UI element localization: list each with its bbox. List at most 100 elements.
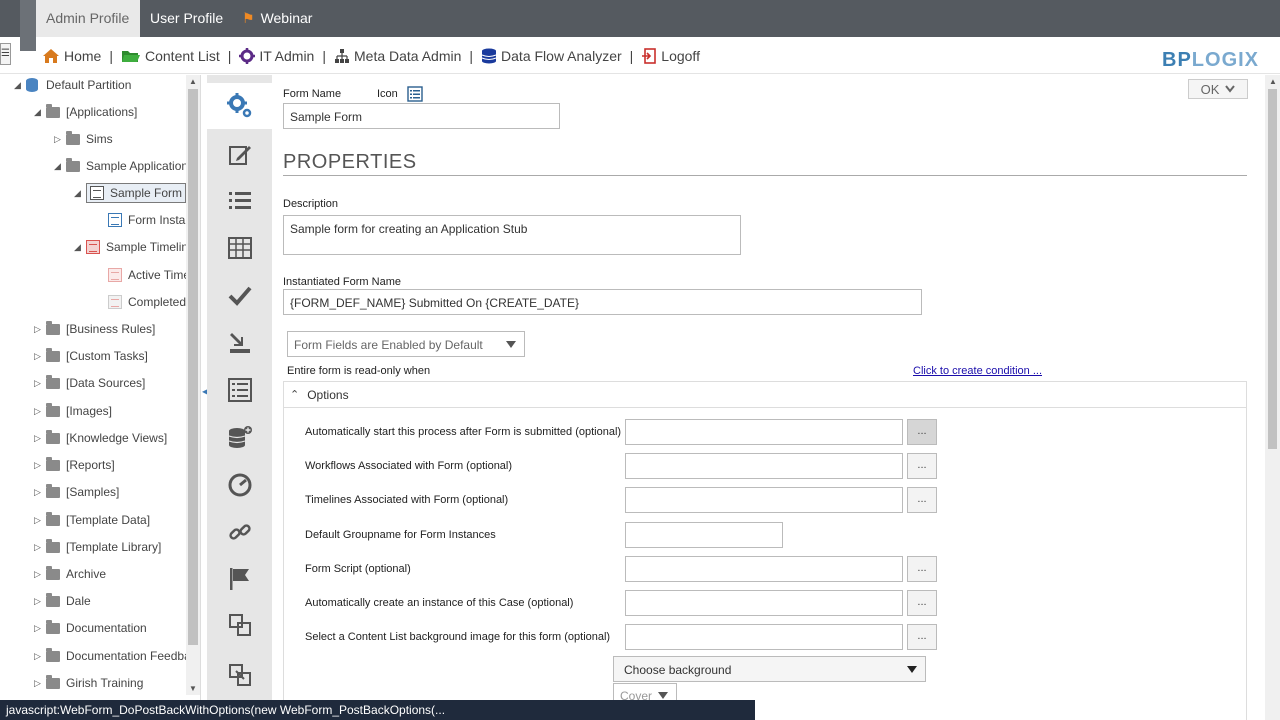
- tree-node-completed[interactable]: Completed: [108, 292, 186, 312]
- validation-tool-button[interactable]: [207, 272, 272, 318]
- tree-node-folder[interactable]: ▷ [Business Rules]: [34, 319, 155, 339]
- timelines-browse-button[interactable]: ...: [907, 487, 937, 513]
- collapse-arrow-icon[interactable]: ◢: [54, 161, 66, 172]
- form-script-browse-button[interactable]: ...: [907, 556, 937, 582]
- nav-data-flow-analyzer[interactable]: Data Flow Analyzer: [481, 48, 622, 64]
- tree-node-sims[interactable]: ▷ Sims: [54, 129, 113, 149]
- expand-arrow-icon[interactable]: ▷: [34, 596, 46, 607]
- expand-arrow-icon[interactable]: ▷: [34, 678, 46, 689]
- edit-tool-button[interactable]: [207, 132, 272, 178]
- expand-arrow-icon[interactable]: ▷: [34, 651, 46, 662]
- tree-node-default-partition[interactable]: ◢ Default Partition: [14, 75, 131, 95]
- copy-tool-button[interactable]: [207, 602, 272, 648]
- tree-node-folder[interactable]: ▷ [Samples]: [34, 482, 119, 502]
- tree-node-folder[interactable]: ▷ [Data Sources]: [34, 373, 145, 393]
- tab-user-profile[interactable]: User Profile: [140, 0, 233, 37]
- tree-scrollbar[interactable]: ▲ ▼: [186, 75, 200, 695]
- tree-node-folder[interactable]: ▷ [Custom Tasks]: [34, 346, 148, 366]
- tab-label: Webinar: [260, 10, 313, 26]
- nav-logoff[interactable]: Logoff: [641, 48, 700, 64]
- hamburger-menu-icon[interactable]: ☰: [0, 43, 11, 65]
- nav-home[interactable]: Home: [42, 48, 101, 64]
- auto-start-process-browse-button[interactable]: ...: [907, 419, 937, 445]
- tree-node-applications[interactable]: ◢ [Applications]: [34, 102, 137, 122]
- collapse-arrow-icon[interactable]: ◢: [34, 107, 46, 118]
- nav-meta-data-admin[interactable]: Meta Data Admin: [334, 48, 461, 64]
- scrollbar-thumb[interactable]: [1268, 89, 1277, 449]
- properties-tool-button[interactable]: [207, 83, 272, 129]
- expand-arrow-icon[interactable]: ▷: [34, 460, 46, 471]
- tree-node-sample-form[interactable]: ◢ Sample Form: [74, 183, 186, 203]
- tree-node-active-time[interactable]: Active Time: [108, 265, 186, 285]
- tree-node-form-instances[interactable]: Form Instar: [108, 210, 186, 230]
- scroll-up-icon[interactable]: ▲: [1269, 77, 1277, 86]
- auto-create-case-browse-button[interactable]: ...: [907, 590, 937, 616]
- scrollbar-thumb[interactable]: [188, 89, 198, 645]
- tree-node-folder[interactable]: ▷ [Knowledge Views]: [34, 428, 167, 448]
- expand-arrow-icon[interactable]: ▷: [34, 324, 46, 335]
- main-scrollbar[interactable]: ▲: [1265, 75, 1280, 720]
- sidebar-toggle-handle[interactable]: [20, 0, 36, 37]
- background-image-browse-button[interactable]: ...: [907, 624, 937, 650]
- form-list-icon[interactable]: [407, 86, 423, 102]
- tree-node-folder[interactable]: ▷ Dale: [34, 591, 91, 611]
- list-tool-button[interactable]: [207, 178, 272, 224]
- details-tool-button[interactable]: [207, 367, 272, 413]
- expand-arrow-icon[interactable]: ▷: [34, 351, 46, 362]
- form-fields-select[interactable]: Form Fields are Enabled by Default: [287, 331, 525, 357]
- expand-arrow-icon[interactable]: ▷: [54, 134, 66, 145]
- auto-start-process-input[interactable]: [625, 419, 903, 445]
- tree-node-folder[interactable]: ▷ [Images]: [34, 401, 112, 421]
- tree-node-folder[interactable]: ▷ Documentation: [34, 618, 147, 638]
- expand-arrow-icon[interactable]: ▷: [34, 378, 46, 389]
- table-tool-button[interactable]: [207, 225, 272, 271]
- nav-it-admin[interactable]: IT Admin: [239, 47, 314, 64]
- tree-node-folder[interactable]: ▷ [Template Data]: [34, 510, 150, 530]
- duplicate-icon: [228, 664, 251, 686]
- collapse-arrow-icon[interactable]: ◢: [74, 242, 86, 253]
- default-groupname-input[interactable]: [625, 522, 783, 548]
- tree-node-folder[interactable]: ▷ Archive: [34, 564, 106, 584]
- options-header[interactable]: ⌃ Options: [284, 382, 1246, 408]
- data-tool-button[interactable]: [207, 415, 272, 461]
- tree-node-folder[interactable]: ▷ Girish Training: [34, 673, 143, 693]
- tree-node-folder[interactable]: ▷ [Reports]: [34, 455, 115, 475]
- form-script-input[interactable]: [625, 556, 903, 582]
- expand-arrow-icon[interactable]: ▷: [34, 406, 46, 417]
- create-condition-link[interactable]: Click to create condition ...: [913, 365, 1042, 377]
- collapse-arrow-icon[interactable]: ◢: [74, 188, 86, 199]
- tree-node-folder[interactable]: ▷ [Template Library]: [34, 537, 161, 557]
- workflows-input[interactable]: [625, 453, 903, 479]
- collapse-arrow-icon[interactable]: ◢: [14, 80, 26, 91]
- background-image-input[interactable]: [625, 624, 903, 650]
- expand-arrow-icon[interactable]: ▷: [34, 569, 46, 580]
- expand-arrow-icon[interactable]: ▷: [34, 542, 46, 553]
- ok-button[interactable]: OK: [1188, 79, 1248, 99]
- tree-node-sample-timeline[interactable]: ◢ Sample Timeline: [74, 237, 186, 257]
- tree-node-sample-application[interactable]: ◢ Sample Application: [54, 156, 186, 176]
- expand-arrow-icon[interactable]: ▷: [34, 623, 46, 634]
- expand-arrow-icon[interactable]: ▷: [34, 433, 46, 444]
- description-textarea[interactable]: Sample form for creating an Application …: [283, 215, 741, 255]
- instantiated-form-name-input[interactable]: {FORM_DEF_NAME} Submitted On {CREATE_DAT…: [283, 289, 922, 315]
- import-tool-button[interactable]: [207, 320, 272, 366]
- workflows-browse-button[interactable]: ...: [907, 453, 937, 479]
- tab-webinar[interactable]: ⚑ Webinar: [232, 0, 322, 37]
- nav-content-list[interactable]: Content List: [121, 48, 220, 64]
- folder-icon: [46, 647, 60, 662]
- scroll-down-icon[interactable]: ▼: [189, 684, 197, 693]
- timing-tool-button[interactable]: [207, 462, 272, 508]
- tree-node-folder[interactable]: ▷ Documentation Feedbac: [34, 646, 186, 666]
- timelines-input[interactable]: [625, 487, 903, 513]
- scroll-up-icon[interactable]: ▲: [189, 77, 197, 86]
- tab-admin-profile[interactable]: Admin Profile: [36, 0, 140, 37]
- flag-tool-button[interactable]: [207, 556, 272, 602]
- auto-create-case-input[interactable]: [625, 590, 903, 616]
- duplicate-tool-button[interactable]: [207, 652, 272, 698]
- expand-arrow-icon[interactable]: ▷: [34, 487, 46, 498]
- panel-splitter[interactable]: ◀: [200, 75, 208, 700]
- form-name-input[interactable]: Sample Form: [283, 103, 560, 129]
- choose-background-select[interactable]: Choose background: [613, 656, 926, 682]
- links-tool-button[interactable]: [207, 509, 272, 555]
- expand-arrow-icon[interactable]: ▷: [34, 515, 46, 526]
